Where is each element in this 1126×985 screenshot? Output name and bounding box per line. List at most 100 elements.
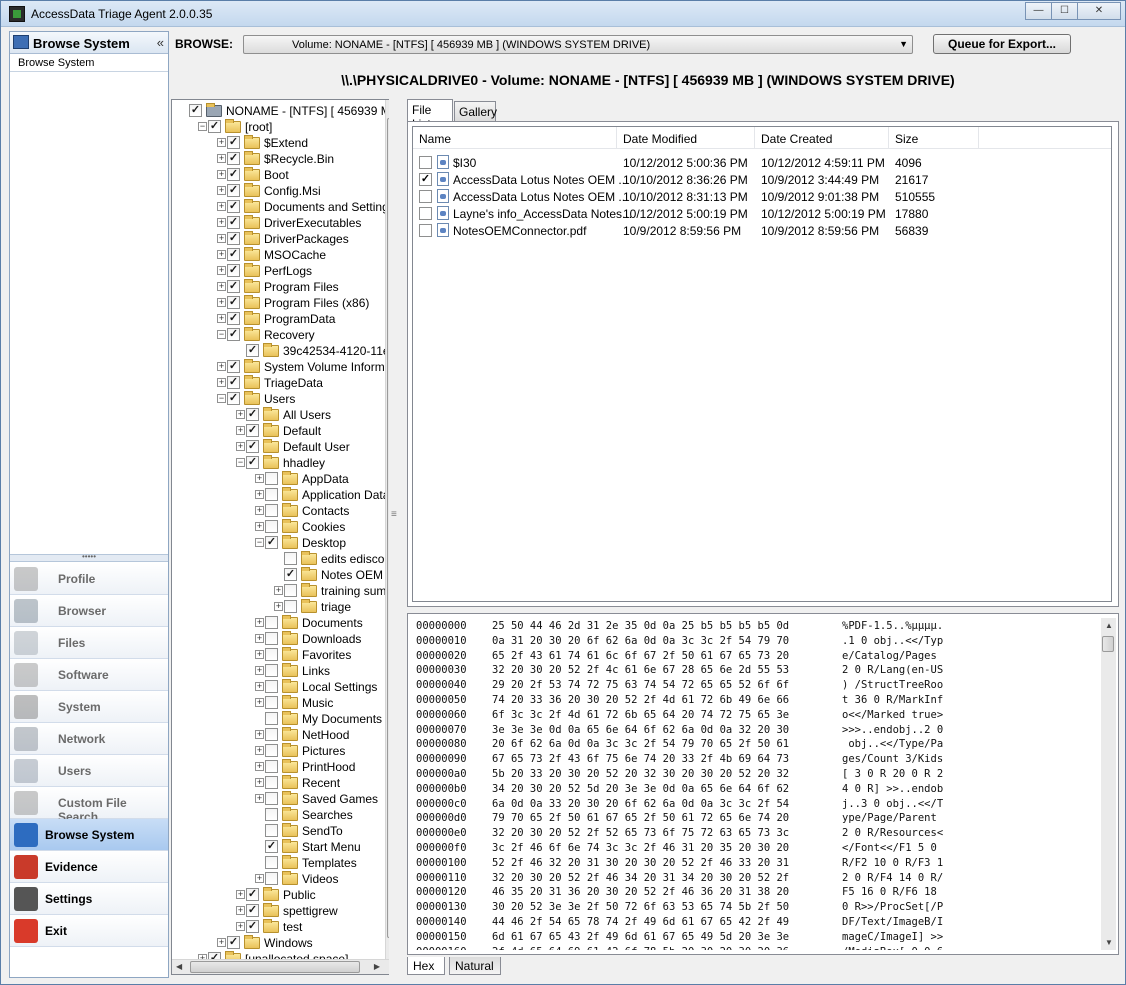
tree-checkbox[interactable] (265, 472, 278, 485)
expand-icon[interactable]: + (255, 522, 264, 531)
scroll-down-icon[interactable]: ▼ (1105, 938, 1113, 947)
tree-checkbox[interactable] (265, 680, 278, 693)
expand-icon[interactable]: + (255, 682, 264, 691)
tree-checkbox[interactable]: ✓ (227, 328, 240, 341)
nav-sub-item-browse-system[interactable]: Browse System (10, 54, 168, 72)
tree-item[interactable]: + ✓ PerfLogs (172, 263, 400, 279)
nav-item-settings[interactable]: Settings (10, 883, 168, 915)
expand-icon[interactable]: + (217, 154, 226, 163)
tree-checkbox[interactable] (265, 776, 278, 789)
tree-item[interactable]: + ✓ Config.Msi (172, 183, 400, 199)
nav-item-software[interactable]: Software (10, 659, 168, 691)
tree-checkbox[interactable] (265, 792, 278, 805)
tree-item[interactable]: − ✓ Recovery (172, 327, 400, 343)
tree-item[interactable]: + ✓ MSOCache (172, 247, 400, 263)
expand-icon[interactable]: + (255, 506, 264, 515)
tree-checkbox[interactable]: ✓ (227, 216, 240, 229)
tree-item[interactable]: + AppData (172, 471, 400, 487)
queue-for-export-button[interactable]: Queue for Export... (933, 34, 1071, 54)
tree-item[interactable]: + ✓ DriverPackages (172, 231, 400, 247)
expand-icon[interactable]: + (255, 666, 264, 675)
tree-item[interactable]: + ✓ All Users (172, 407, 400, 423)
expand-icon[interactable]: + (236, 906, 245, 915)
collapse-icon[interactable]: − (198, 122, 207, 131)
expand-icon[interactable]: + (255, 778, 264, 787)
tree-checkbox[interactable]: ✓ (227, 296, 240, 309)
expand-icon[interactable]: + (217, 170, 226, 179)
expand-icon[interactable]: + (217, 186, 226, 195)
tree-checkbox[interactable]: ✓ (208, 120, 221, 133)
tree-checkbox[interactable]: ✓ (227, 312, 240, 325)
tree-item[interactable]: +training summatic (172, 583, 400, 599)
tree-item[interactable]: + triage (172, 599, 400, 615)
minimize-button[interactable]: — (1025, 2, 1052, 20)
tree-checkbox[interactable]: ✓ (246, 424, 259, 437)
expand-icon[interactable]: + (236, 890, 245, 899)
tree-checkbox[interactable]: ✓ (189, 104, 202, 117)
tree-checkbox[interactable] (265, 664, 278, 677)
expand-icon[interactable]: + (255, 650, 264, 659)
tree-item[interactable]: ✓ Start Menu (172, 839, 400, 855)
nav-item-custom-file-search[interactable]: Custom File Search (10, 787, 168, 824)
tree-item[interactable]: + Videos (172, 871, 400, 887)
tree-checkbox[interactable]: ✓ (227, 168, 240, 181)
tab-gallery[interactable]: Gallery (454, 101, 497, 121)
tree-item[interactable]: + Cookies (172, 519, 400, 535)
expand-icon[interactable]: + (255, 730, 264, 739)
tree-item[interactable]: + Music (172, 695, 400, 711)
tree-checkbox[interactable]: ✓ (227, 184, 240, 197)
expand-icon[interactable]: + (217, 938, 226, 947)
tree-checkbox[interactable] (265, 872, 278, 885)
tree-checkbox[interactable] (265, 856, 278, 869)
tree-item[interactable]: − ✓ [root] (172, 119, 400, 135)
tree-item[interactable]: + Documents (172, 615, 400, 631)
tab-file-list[interactable]: File List (407, 99, 453, 131)
nav-item-evidence[interactable]: Evidence (10, 851, 168, 883)
tree-hscroll-thumb[interactable] (190, 961, 360, 973)
file-checkbox[interactable]: ✓ (419, 173, 432, 186)
tree-item[interactable]: + ✓ Program Files (172, 279, 400, 295)
tree-checkbox[interactable] (265, 744, 278, 757)
tree-item[interactable]: + ✓ ProgramData (172, 311, 400, 327)
tree-item[interactable]: − ✓ Users (172, 391, 400, 407)
tree-item[interactable]: − ✓ Desktop (172, 535, 400, 551)
tree-checkbox[interactable]: ✓ (227, 936, 240, 949)
scroll-up-icon[interactable]: ▲ (1105, 621, 1113, 630)
tree-item[interactable]: + ✓ Windows (172, 935, 400, 951)
tree-checkbox[interactable] (265, 712, 278, 725)
tree-item[interactable]: ✓ NONAME - [NTFS] [ 456939 MB ] (172, 103, 400, 119)
tree-checkbox[interactable] (265, 648, 278, 661)
tree-item[interactable]: ✓ Notes OEM conr (172, 567, 400, 583)
expand-icon[interactable]: + (255, 618, 264, 627)
nav-item-system[interactable]: System (10, 691, 168, 723)
expand-icon[interactable]: + (236, 442, 245, 451)
expand-icon[interactable]: + (217, 250, 226, 259)
column-name[interactable]: Name (413, 127, 617, 149)
tree-checkbox[interactable] (284, 552, 297, 565)
expand-icon[interactable]: + (217, 314, 226, 323)
tree-checkbox[interactable]: ✓ (227, 264, 240, 277)
tree-checkbox[interactable]: ✓ (227, 232, 240, 245)
nav-splitter[interactable]: ••••• (10, 553, 168, 562)
tree-item[interactable]: + ✓ Default User (172, 439, 400, 455)
tree-item[interactable]: + ✓ DriverExecutables (172, 215, 400, 231)
tree-horizontal-scrollbar[interactable]: ◀ ▶ (172, 959, 400, 974)
tree-checkbox[interactable]: ✓ (246, 920, 259, 933)
tab-natural[interactable]: Natural (449, 957, 501, 975)
expand-icon[interactable]: + (236, 426, 245, 435)
tree-checkbox[interactable]: ✓ (227, 392, 240, 405)
tree-checkbox[interactable]: ✓ (227, 376, 240, 389)
tree-checkbox[interactable]: ✓ (227, 360, 240, 373)
collapse-icon[interactable]: − (217, 394, 226, 403)
expand-icon[interactable]: + (255, 762, 264, 771)
tree-item[interactable]: Templates (172, 855, 400, 871)
tree-checkbox[interactable]: ✓ (284, 568, 297, 581)
volume-select[interactable]: Volume: NONAME - [NTFS] [ 456939 MB ] (W… (243, 35, 913, 54)
tree-checkbox[interactable]: ✓ (246, 344, 259, 357)
tree-item[interactable]: + Links (172, 663, 400, 679)
pane-splitter[interactable]: ≡ (389, 99, 403, 975)
expand-icon[interactable]: + (217, 282, 226, 291)
tree-item[interactable]: − ✓ hhadley (172, 455, 400, 471)
tree-item[interactable]: SendTo (172, 823, 400, 839)
nav-item-users[interactable]: Users (10, 755, 168, 787)
